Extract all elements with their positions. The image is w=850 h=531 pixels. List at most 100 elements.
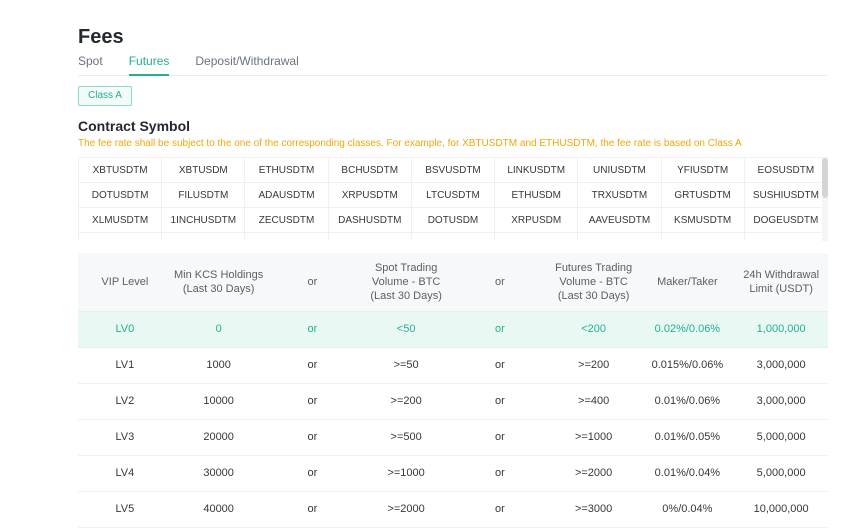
- contract-symbol: XBTUSDTM: [79, 158, 162, 183]
- contract-symbol: SUSHIUSDTM: [745, 183, 828, 208]
- tab-deposit-withdrawal[interactable]: Deposit/Withdrawal: [195, 54, 298, 75]
- cell-maker-taker: 0.01%/0.05%: [641, 419, 735, 455]
- contract-symbols-grid: XBTUSDTM XBTUSDM ETHUSDTM BCHUSDTM BSVUS…: [79, 158, 828, 241]
- fee-rate-note: The fee rate shall be subject to the one…: [78, 138, 828, 149]
- cell-vip-level: LV2: [78, 383, 172, 419]
- cell-maker-taker: 0.02%/0.06%: [641, 311, 735, 347]
- tab-futures[interactable]: Futures: [129, 54, 170, 76]
- fees-page: Fees Spot Futures Deposit/Withdrawal Cla…: [0, 0, 850, 528]
- table-row-lv5: LV5 40000 or >=2000 or >=3000 0%/0.04% 1…: [78, 491, 828, 527]
- contract-symbol: DASHUSDTM: [329, 208, 412, 233]
- contract-symbol: XLMUSDTM: [79, 208, 162, 233]
- header-row: VIP Level Min KCS Holdings (Last 30 Days…: [78, 253, 828, 311]
- contract-symbol: BNBUSDTM: [162, 233, 245, 241]
- contract-symbol: ETHUSDM: [495, 183, 578, 208]
- contract-symbol: DOTUSDM: [412, 208, 495, 233]
- contract-symbol: LINKUSDTM: [495, 158, 578, 183]
- cell-vip-level: LV1: [78, 347, 172, 383]
- table-row-lv2: LV2 10000 or >=200 or >=400 0.01%/0.06% …: [78, 383, 828, 419]
- cell-kcs-holdings: 40000: [172, 491, 266, 527]
- cell-spot-volume: <50: [359, 311, 453, 347]
- col-spot-volume: Spot Trading Volume - BTC (Last 30 Days): [359, 253, 453, 311]
- cell-spot-volume: >=500: [359, 419, 453, 455]
- class-a-badge[interactable]: Class A: [78, 86, 132, 106]
- fee-table-body: LV0 0 or <50 or <200 0.02%/0.06% 1,000,0…: [78, 311, 828, 527]
- contract-symbol: EOSUSDTM: [745, 158, 828, 183]
- cell-or: or: [266, 311, 360, 347]
- cell-kcs-holdings: 0: [172, 311, 266, 347]
- cell-withdrawal-limit: 1,000,000: [734, 311, 828, 347]
- symbols-scrollbar[interactable]: [822, 158, 828, 241]
- tab-spot[interactable]: Spot: [78, 54, 103, 75]
- scrollbar-thumb[interactable]: [822, 158, 828, 198]
- cell-or: or: [453, 383, 547, 419]
- cell-vip-level: LV5: [78, 491, 172, 527]
- cell-or: or: [266, 383, 360, 419]
- cell-withdrawal-limit: 3,000,000: [734, 347, 828, 383]
- contract-symbol: VETUSDTM: [79, 233, 162, 241]
- contract-symbols-panel: XBTUSDTM XBTUSDM ETHUSDTM BCHUSDTM BSVUS…: [78, 157, 828, 241]
- contract-symbol: ADAUSDTM: [245, 183, 328, 208]
- cell-futures-volume: >=1000: [547, 419, 641, 455]
- contract-symbol: ZECUSDTM: [245, 208, 328, 233]
- fee-table-header: VIP Level Min KCS Holdings (Last 30 Days…: [78, 253, 828, 311]
- cell-withdrawal-limit: 10,000,000: [734, 491, 828, 527]
- cell-vip-level: LV4: [78, 455, 172, 491]
- cell-maker-taker: 0.01%/0.06%: [641, 383, 735, 419]
- cell-kcs-holdings: 30000: [172, 455, 266, 491]
- contract-symbol: AVAXUSDTM: [578, 233, 661, 241]
- cell-or: or: [266, 419, 360, 455]
- contract-symbol: SOLUSDTM: [329, 233, 412, 241]
- contract-symbol: MATICUSDTM: [745, 233, 828, 241]
- table-row-lv4: LV4 30000 or >=1000 or >=2000 0.01%/0.04…: [78, 455, 828, 491]
- cell-or: or: [453, 455, 547, 491]
- cell-withdrawal-limit: 5,000,000: [734, 455, 828, 491]
- contract-symbol: ETHUSDTM: [245, 158, 328, 183]
- contract-symbol: UNIUSDTM: [578, 158, 661, 183]
- cell-futures-volume: >=400: [547, 383, 641, 419]
- contract-symbol: YFIUSDTM: [662, 158, 745, 183]
- col-withdrawal-limit: 24h Withdrawal Limit (USDT): [734, 253, 828, 311]
- cell-withdrawal-limit: 5,000,000: [734, 419, 828, 455]
- contract-symbol: BCHUSDTM: [329, 158, 412, 183]
- col-kcs-holdings: Min KCS Holdings (Last 30 Days): [172, 253, 266, 311]
- cell-vip-level: LV0: [78, 311, 172, 347]
- col-vip-level: VIP Level: [78, 253, 172, 311]
- contract-symbol: XBTUSDM: [162, 158, 245, 183]
- contract-symbol: GRTUSDTM: [662, 183, 745, 208]
- contract-symbol: 1INCHUSDTM: [162, 208, 245, 233]
- cell-maker-taker: 0.01%/0.04%: [641, 455, 735, 491]
- cell-or: or: [453, 419, 547, 455]
- contract-symbol: XRPUSDM: [495, 208, 578, 233]
- cell-or: or: [453, 311, 547, 347]
- cell-spot-volume: >=200: [359, 383, 453, 419]
- vip-fee-table: VIP Level Min KCS Holdings (Last 30 Days…: [78, 253, 828, 528]
- contract-symbol: BSVUSDTM: [412, 158, 495, 183]
- cell-spot-volume: >=1000: [359, 455, 453, 491]
- cell-withdrawal-limit: 3,000,000: [734, 383, 828, 419]
- cell-spot-volume: >=50: [359, 347, 453, 383]
- contract-symbol: TRXUSDTM: [578, 183, 661, 208]
- page-title: Fees: [78, 26, 828, 48]
- tab-bar: Spot Futures Deposit/Withdrawal: [78, 54, 828, 76]
- col-maker-taker: Maker/Taker: [641, 253, 735, 311]
- contract-symbol: DOGEUSDTM: [745, 208, 828, 233]
- table-row-lv1: LV1 1000 or >=50 or >=200 0.015%/0.06% 3…: [78, 347, 828, 383]
- contract-symbol: CRVUSDTM: [412, 233, 495, 241]
- contract-symbol: ALGOUSDTM: [495, 233, 578, 241]
- cell-or: or: [266, 455, 360, 491]
- contract-symbol: SXPUSDTM: [245, 233, 328, 241]
- table-row-lv3: LV3 20000 or >=500 or >=1000 0.01%/0.05%…: [78, 419, 828, 455]
- cell-vip-level: LV3: [78, 419, 172, 455]
- cell-or: or: [453, 491, 547, 527]
- cell-futures-volume: >=2000: [547, 455, 641, 491]
- contract-symbol-heading: Contract Symbol: [78, 118, 828, 134]
- contract-symbol: DOTUSDTM: [79, 183, 162, 208]
- contract-symbol: FTMUSDTM: [662, 233, 745, 241]
- table-row-lv0: LV0 0 or <50 or <200 0.02%/0.06% 1,000,0…: [78, 311, 828, 347]
- cell-kcs-holdings: 1000: [172, 347, 266, 383]
- cell-maker-taker: 0%/0.04%: [641, 491, 735, 527]
- contract-symbol: XRPUSDTM: [329, 183, 412, 208]
- cell-kcs-holdings: 10000: [172, 383, 266, 419]
- cell-futures-volume: >=200: [547, 347, 641, 383]
